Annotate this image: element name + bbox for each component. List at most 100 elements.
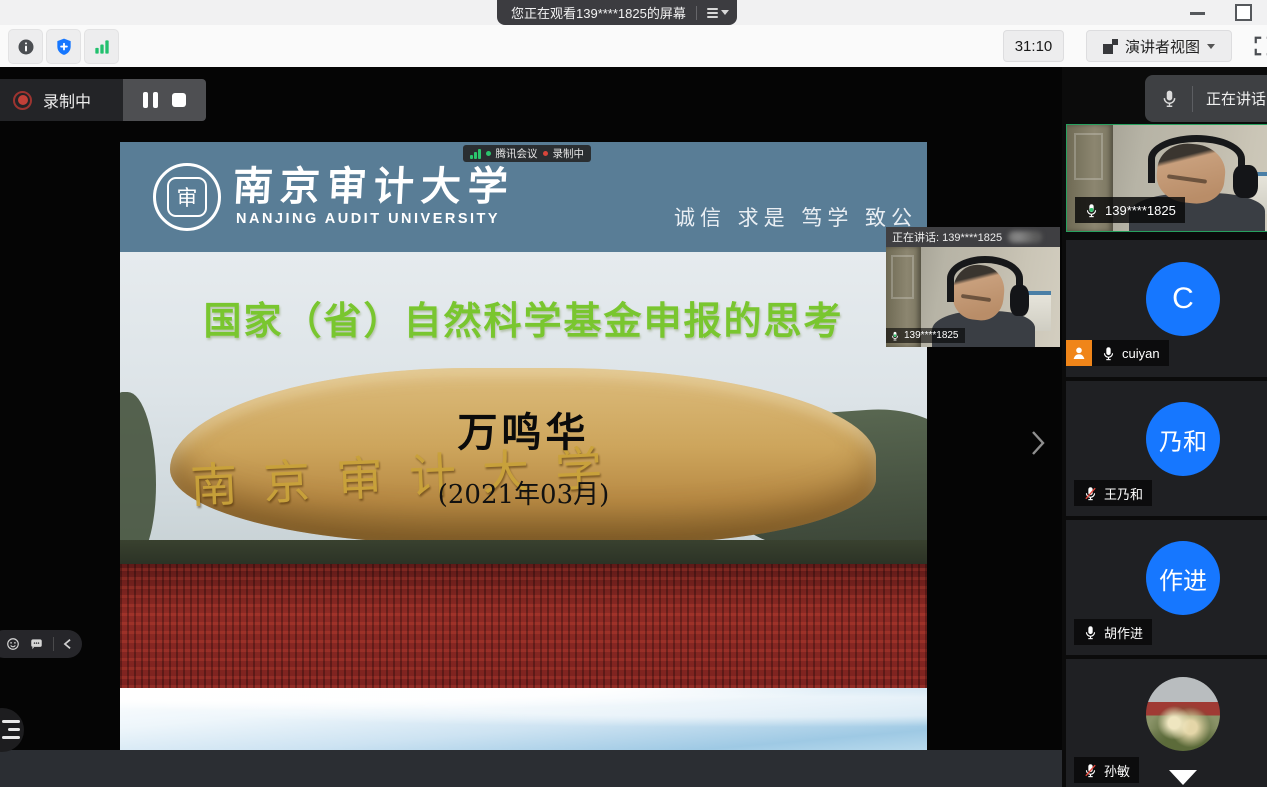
participant-tile-cuiyan[interactable]: C cuiyan [1066, 240, 1267, 377]
network-status-button[interactable] [84, 29, 119, 64]
slide-wave-footer [120, 688, 927, 750]
participant-name-row: 胡作进 [1074, 619, 1152, 645]
pause-recording-button[interactable] [143, 92, 158, 108]
participant-tile-sunmin[interactable]: 孙敏 [1066, 659, 1267, 787]
speaking-tooltip: 正在讲话 [1145, 75, 1267, 122]
side-panel-toggle-button[interactable] [0, 708, 24, 752]
list-icon [707, 8, 718, 18]
speaker-overlay-header: 正在讲话: 139****1825 [886, 227, 1060, 247]
mic-icon [1083, 625, 1098, 640]
avatar: 作进 [1146, 541, 1220, 615]
participant-name: 王乃和 [1104, 484, 1143, 503]
chevron-down-icon [721, 10, 729, 15]
university-motto: 诚信 求是 笃学 致公 [674, 202, 917, 232]
participant-name: 孙敏 [1104, 761, 1130, 780]
university-logo: 审 [153, 163, 221, 231]
participant-name: 139****1825 [1105, 203, 1176, 218]
speaker-overlay-video: 139****1825 [886, 247, 1060, 347]
speaker-overlay-name-label: 139****1825 [886, 328, 965, 343]
chevron-right-icon [1030, 429, 1046, 457]
participant-name-row: 王乃和 [1074, 480, 1152, 506]
mic-muted-icon [1083, 763, 1098, 778]
signal-bars-icon [470, 149, 481, 159]
chevron-down-icon [1207, 44, 1215, 49]
participant-name-row: 139****1825 [1075, 197, 1185, 223]
mic-active-icon [890, 331, 900, 341]
watermark-app-name: 腾讯会议 [496, 146, 538, 161]
university-logo-char: 审 [167, 177, 207, 217]
watermark-recording-label: 录制中 [553, 146, 585, 161]
recording-dot-icon [543, 151, 548, 156]
maximize-button[interactable] [1235, 4, 1252, 21]
emoji-icon[interactable] [6, 637, 20, 651]
meeting-watermark-badge: 腾讯会议 录制中 [463, 145, 591, 162]
mic-icon [1160, 89, 1179, 108]
banner-divider [696, 6, 697, 20]
mic-icon [1101, 346, 1116, 361]
recording-controls [123, 79, 206, 121]
collapse-chevron-icon[interactable] [63, 638, 72, 650]
recording-dot-icon [13, 91, 32, 110]
participant-tile-wangnaihe[interactable]: 乃和 王乃和 [1066, 381, 1267, 516]
layout-icon [1103, 39, 1118, 54]
fullscreen-button[interactable] [1253, 35, 1267, 62]
fullscreen-icon [1253, 35, 1267, 57]
view-mode-button[interactable]: 演讲者视图 [1086, 30, 1232, 62]
blurred-watermark [1008, 231, 1042, 243]
next-page-chevron[interactable] [1030, 429, 1046, 462]
slide-author: 万鸣华 [120, 400, 927, 458]
divider [53, 637, 54, 651]
signal-bars-icon [92, 37, 112, 57]
watching-banner-text: 您正在观看139****1825的屏幕 [511, 3, 686, 22]
presentation-slide: 审 南京审计大学 NANJING AUDIT UNIVERSITY 诚信 求是 … [120, 142, 927, 750]
participant-tile-1825[interactable]: 139****1825 [1066, 124, 1267, 232]
shield-plus-icon [54, 37, 74, 57]
watching-banner: 您正在观看139****1825的屏幕 [497, 0, 737, 25]
participant-name-row: 孙敏 [1074, 757, 1139, 783]
participant-name: 胡作进 [1104, 623, 1143, 642]
recording-bar: 录制中 [0, 79, 206, 121]
slide-header-band: 审 南京审计大学 NANJING AUDIT UNIVERSITY 诚信 求是 … [120, 142, 927, 252]
avatar: C [1146, 262, 1220, 336]
meeting-window: 您正在观看139****1825的屏幕 [0, 0, 1267, 787]
title-bar: 您正在观看139****1825的屏幕 [0, 0, 1267, 25]
minimize-button[interactable] [1190, 12, 1205, 15]
chat-icon[interactable] [29, 637, 44, 651]
university-name-en: NANJING AUDIT UNIVERSITY [236, 211, 500, 227]
recording-status: 录制中 [0, 79, 123, 121]
security-button[interactable] [46, 29, 81, 64]
view-mode-label: 演讲者视图 [1125, 36, 1200, 57]
speaking-tooltip-text: 正在讲话 [1206, 88, 1266, 109]
timer-value: 31:10 [1015, 38, 1053, 55]
slide-treeline-photo [120, 540, 927, 564]
mic-active-icon [1084, 203, 1099, 218]
slide-flower-field-photo [120, 564, 927, 688]
meeting-info-button[interactable] [8, 29, 43, 64]
scroll-down-arrow[interactable] [1169, 770, 1197, 785]
stop-recording-button[interactable] [172, 93, 186, 107]
university-name-cn: 南京审计大学 [231, 154, 516, 212]
slide-date: (2021年03月) [120, 474, 927, 511]
speaker-overlay-name: 139****1825 [904, 330, 959, 341]
profile-badge [1066, 340, 1092, 366]
info-icon [16, 37, 36, 57]
avatar-photo [1146, 677, 1220, 751]
meeting-timer: 31:10 [1003, 30, 1064, 62]
speaker-overlay-window[interactable]: 正在讲话: 139****1825 [886, 227, 1060, 347]
divider [1192, 86, 1193, 112]
speaker-overlay-title: 正在讲话: 139****1825 [892, 229, 1002, 245]
toolbar: 31:10 演讲者视图 [0, 25, 1267, 68]
bottom-strip [0, 750, 1062, 787]
participant-tile-huzuojin[interactable]: 作进 胡作进 [1066, 520, 1267, 655]
mic-muted-icon [1083, 486, 1098, 501]
recording-status-label: 录制中 [43, 88, 91, 112]
slide-title: 国家（省）自然科学基金申报的思考 [120, 290, 927, 345]
participant-name: cuiyan [1122, 346, 1160, 361]
shared-screen-area: 录制中 审 南京审计大学 NANJING AUDIT UNIVERSITY 诚信… [0, 67, 1062, 787]
banner-menu-button[interactable] [707, 8, 729, 18]
participants-sidebar: 139****1825 C cuiyan [1062, 67, 1267, 787]
person-icon [1071, 345, 1087, 361]
reaction-toolbar [0, 630, 82, 658]
avatar: 乃和 [1146, 402, 1220, 476]
online-dot-icon [486, 151, 491, 156]
